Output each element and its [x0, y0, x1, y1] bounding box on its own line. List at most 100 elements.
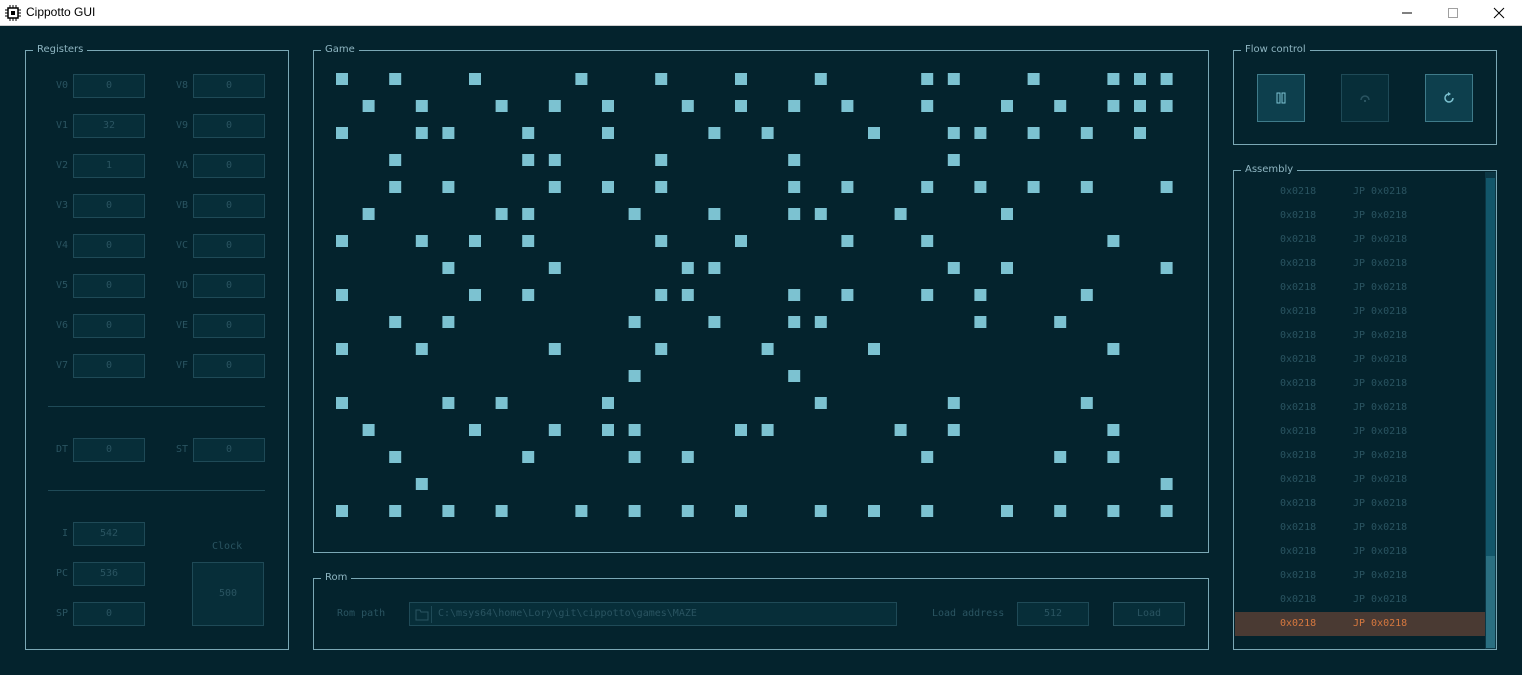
assembly-row[interactable]: 0x0218 JP 0x0218 [1235, 300, 1485, 324]
assembly-row[interactable]: 0x0218 JP 0x0218 [1235, 180, 1485, 204]
game-pixel [415, 343, 428, 355]
game-pixel [655, 154, 668, 166]
st-field[interactable]: 0 [193, 438, 265, 462]
game-pixel [1001, 100, 1013, 112]
game-pixel [947, 262, 960, 274]
assembly-instruction: JP 0x0218 [1353, 426, 1408, 437]
register-field-vb[interactable]: 0 [193, 194, 265, 218]
folder-icon[interactable] [414, 606, 432, 623]
game-pixel [495, 505, 508, 517]
register-field-v2[interactable]: 1 [73, 154, 145, 178]
assembly-instruction: JP 0x0218 [1353, 498, 1408, 509]
maximize-button[interactable] [1430, 0, 1476, 26]
scrollbar-thumb[interactable] [1486, 178, 1495, 556]
register-field-vf[interactable]: 0 [193, 354, 265, 378]
assembly-row[interactable]: 0x0218 JP 0x0218 [1235, 516, 1485, 540]
assembly-row[interactable]: 0x0218 JP 0x0218 [1235, 372, 1485, 396]
reset-button[interactable] [1425, 74, 1473, 122]
game-pixel [602, 100, 614, 112]
game-pixel [947, 154, 960, 166]
game-pixel [522, 154, 535, 166]
register-label-v0: V0 [55, 80, 68, 91]
register-field-v6[interactable]: 0 [73, 314, 145, 338]
assembly-list[interactable]: 0x0218 JP 0x0218 0x0218 JP 0x0218 0x0218 JP 0… [1235, 172, 1485, 649]
assembly-address: 0x0218 [1280, 570, 1317, 581]
register-field-vd[interactable]: 0 [193, 274, 265, 298]
game-pixel [548, 181, 561, 193]
assembly-instruction: JP 0x0218 [1353, 570, 1408, 581]
register-field-va[interactable]: 0 [193, 154, 265, 178]
assembly-instruction: JP 0x0218 [1353, 258, 1408, 269]
step-button[interactable] [1341, 74, 1389, 122]
game-pixel [814, 73, 827, 85]
assembly-row[interactable]: 0x0218 JP 0x0218 [1235, 204, 1485, 228]
game-screen[interactable] [336, 73, 1188, 532]
assembly-row[interactable]: 0x0218 JP 0x0218 [1235, 252, 1485, 276]
load-button[interactable]: Load [1113, 602, 1185, 626]
game-pixel [681, 262, 694, 274]
game-pixel [1054, 451, 1067, 463]
i-field[interactable]: 542 [73, 522, 145, 546]
sp-field[interactable]: 0 [73, 602, 145, 626]
game-pixel [1107, 505, 1120, 517]
game-pixel [415, 100, 428, 112]
assembly-row[interactable]: 0x0218 JP 0x0218 [1235, 324, 1485, 348]
game-pixel [362, 208, 375, 220]
register-field-v4[interactable]: 0 [73, 234, 145, 258]
game-pixel [655, 289, 668, 301]
scrollbar-lower-track[interactable] [1486, 556, 1495, 648]
assembly-row[interactable]: 0x0218 JP 0x0218 [1235, 444, 1485, 468]
assembly-row[interactable]: 0x0218 JP 0x0218 [1235, 564, 1485, 588]
register-field-v3[interactable]: 0 [73, 194, 145, 218]
clock-field[interactable]: 500 [192, 562, 264, 626]
assembly-row-current[interactable]: 0x0218 JP 0x0218 [1235, 612, 1485, 636]
dt-field[interactable]: 0 [73, 438, 145, 462]
game-pixel [442, 397, 455, 409]
register-field-v1[interactable]: 32 [73, 114, 145, 138]
game-pixel [336, 73, 348, 85]
rom-path-value: C:\msys64\home\Lory\git\cippotto\games\M… [438, 608, 697, 619]
register-field-v8[interactable]: 0 [193, 74, 265, 98]
register-field-v5[interactable]: 0 [73, 274, 145, 298]
register-field-v9[interactable]: 0 [193, 114, 265, 138]
assembly-row[interactable]: 0x0218 JP 0x0218 [1235, 540, 1485, 564]
assembly-instruction: JP 0x0218 [1353, 354, 1408, 365]
register-field-ve[interactable]: 0 [193, 314, 265, 338]
game-pixel [442, 262, 455, 274]
assembly-row[interactable]: 0x0218 JP 0x0218 [1235, 228, 1485, 252]
game-pixel [1134, 73, 1146, 85]
assembly-row[interactable]: 0x0218 JP 0x0218 [1235, 276, 1485, 300]
minimize-button[interactable] [1384, 0, 1430, 26]
assembly-row[interactable]: 0x0218 JP 0x0218 [1235, 396, 1485, 420]
register-label-v4: V4 [55, 240, 68, 251]
assembly-row[interactable]: 0x0218 JP 0x0218 [1235, 348, 1485, 372]
window-title: Cippotto GUI [26, 5, 96, 19]
register-field-v7[interactable]: 0 [73, 354, 145, 378]
load-address-field[interactable]: 512 [1017, 602, 1089, 626]
assembly-address: 0x0218 [1280, 402, 1317, 413]
rom-path-input[interactable]: C:\msys64\home\Lory\git\cippotto\games\M… [409, 602, 897, 626]
game-pixel [628, 370, 641, 382]
pc-field[interactable]: 536 [73, 562, 145, 586]
rom-path-label: Rom path [337, 608, 386, 619]
assembly-instruction: JP 0x0218 [1353, 172, 1407, 180]
assembly-row[interactable]: 0x0218 JP 0x0218 [1235, 420, 1485, 444]
game-pixel [495, 397, 508, 409]
game-pixel [522, 127, 535, 139]
pause-button[interactable] [1257, 74, 1305, 122]
game-pixel [389, 154, 402, 166]
assembly-row[interactable]: 0x0218 JP 0x0218 [1235, 468, 1485, 492]
assembly-address: 0x0218 [1280, 546, 1317, 557]
game-pixel [921, 181, 934, 193]
chip-icon [5, 5, 21, 21]
game-pixel [681, 451, 694, 463]
game-pixel [974, 127, 987, 139]
close-button[interactable] [1476, 0, 1522, 26]
game-pixel [868, 127, 880, 139]
assembly-row[interactable]: 0x0218 JP 0x0218 [1235, 588, 1485, 612]
register-label-vb: VB [175, 200, 188, 211]
register-field-vc[interactable]: 0 [193, 234, 265, 258]
assembly-row[interactable]: 0x0218 JP 0x0218 [1235, 492, 1485, 516]
game-pixel [655, 235, 668, 247]
register-field-v0[interactable]: 0 [73, 74, 145, 98]
